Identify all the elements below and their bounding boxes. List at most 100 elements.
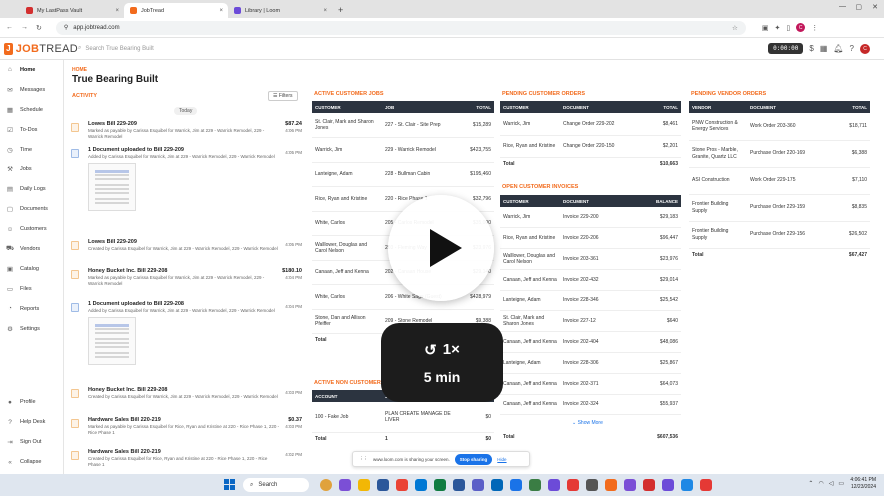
reload-icon[interactable]: ↻: [36, 24, 42, 32]
sidebar-item-customers[interactable]: ☺ Customers: [0, 219, 63, 239]
taskbar-app-icon[interactable]: [510, 479, 522, 491]
back-icon[interactable]: ←: [6, 24, 13, 31]
activity-item[interactable]: Hardware Sales Bill 220-219 Created by Ca…: [71, 449, 302, 468]
breadcrumb[interactable]: HOME: [72, 67, 87, 73]
table-row[interactable]: Lanteigne, Adam Invoice 228-346 $25,542: [500, 290, 681, 312]
table-row[interactable]: St. Clair, Mark and Sharon Jones Invoice …: [500, 310, 681, 333]
sidebar-item-collapse[interactable]: « Collapse: [0, 452, 64, 472]
activity-item[interactable]: 1 Document uploaded to Bill 229-209 Added…: [71, 147, 302, 211]
table-row[interactable]: PNW Construction & Energy Services Work O…: [689, 113, 870, 141]
sidebar-item-documents[interactable]: ▢ Documents: [0, 199, 63, 219]
sidebar-item-home[interactable]: ⌂ Home: [0, 60, 63, 80]
activity-item[interactable]: Honey Bucket Inc. Bill 229-208 Created by…: [71, 387, 302, 400]
calculator-icon[interactable]: ▦: [820, 44, 828, 53]
loom-speed-card[interactable]: ↺ 1× 5 min: [381, 323, 503, 402]
sidebar-item-vendors[interactable]: ⛟ Vendors: [0, 239, 63, 259]
table-row[interactable]: Rice, Ryan and Kristine Change Order 220-…: [500, 135, 681, 158]
minimize-icon[interactable]: —: [839, 3, 846, 10]
taskbar-app-icon[interactable]: [320, 479, 332, 491]
global-search[interactable]: ⌕ Search True Bearing Built: [78, 45, 154, 52]
taskbar-clock[interactable]: 4:06:41 PM 12/23/2024: [850, 477, 876, 491]
table-row[interactable]: ASI Construction Work Order 229-175 $7,110: [689, 167, 870, 195]
hide-link[interactable]: Hide: [497, 457, 506, 462]
bell-icon[interactable]: 🔔︎: [833, 44, 843, 53]
maximize-icon[interactable]: ▢: [855, 3, 862, 11]
activity-item[interactable]: Hardware Sales Bill 220-219 Marked as pay…: [71, 417, 302, 436]
extension-icon[interactable]: ▣: [762, 24, 769, 32]
table-row[interactable]: Frontier Building Supply Purchase Order 2…: [689, 221, 870, 249]
taskbar-app-icon[interactable]: [339, 479, 351, 491]
table-row[interactable]: Walllower, Douglas and Carol Nelson Invoi…: [500, 248, 681, 270]
help-icon[interactable]: ?: [850, 44, 854, 53]
activity-item[interactable]: Honey Bucket Inc. Bill 229-208 Marked as …: [71, 268, 302, 287]
taskbar-app-icon[interactable]: [472, 479, 484, 491]
taskbar-app-icon[interactable]: [643, 479, 655, 491]
forward-icon[interactable]: →: [21, 24, 28, 31]
tab-close-icon[interactable]: ×: [219, 8, 223, 14]
taskbar-app-icon[interactable]: [681, 479, 693, 491]
taskbar-app-icon[interactable]: [605, 479, 617, 491]
taskbar-app-icon[interactable]: [700, 479, 712, 491]
table-row[interactable]: Canaan, Jeff and Kenna Invoice 202-371 $64…: [500, 373, 681, 395]
taskbar-app-icon[interactable]: [377, 479, 389, 491]
chevron-up-icon[interactable]: ⌃: [808, 480, 813, 487]
activity-item[interactable]: 1 Document uploaded to Bill 229-208 Added…: [71, 301, 302, 365]
table-row[interactable]: Canaan, Jeff and Kenna Invoice 202-432 $29…: [500, 269, 681, 291]
taskbar-app-icon[interactable]: [662, 479, 674, 491]
close-window-icon[interactable]: ✕: [872, 3, 878, 11]
site-info-icon[interactable]: ⚲: [64, 24, 68, 31]
sidebar-item-profile[interactable]: ● Profile: [0, 392, 64, 412]
windows-start-icon[interactable]: [224, 479, 235, 490]
filters-button[interactable]: ☰ Filters: [268, 91, 298, 101]
browser-tab[interactable]: Library | Loom ×: [228, 3, 332, 18]
table-row[interactable]: Stone Pros - Marble, Granite, Quartz LLC…: [689, 140, 870, 168]
tab-close-icon[interactable]: ×: [323, 8, 327, 14]
table-row[interactable]: Warrick, Jim Invoice 229-200 $29,183: [500, 207, 681, 229]
sidebar-item-time[interactable]: ◷ Time: [0, 140, 63, 160]
table-row[interactable]: Rice, Ryan and Kristine Invoice 220-206 $9…: [500, 227, 681, 250]
loom-play-button[interactable]: [388, 195, 494, 301]
taskbar-app-icon[interactable]: [434, 479, 446, 491]
sidebar-item-schedule[interactable]: ▦ Schedule: [0, 100, 63, 120]
table-row[interactable]: Lanteigne, Adam 228 - Bullman Cabin $195,4…: [312, 162, 494, 187]
taskbar-app-icon[interactable]: [415, 479, 427, 491]
user-avatar[interactable]: C: [860, 43, 870, 54]
sidebar-item-reports[interactable]: ◔ Reports: [0, 299, 63, 319]
puzzle-icon[interactable]: ✦: [775, 24, 781, 32]
sidebar-icon[interactable]: ▯: [786, 24, 790, 32]
taskbar-app-icon[interactable]: [567, 479, 579, 491]
sidebar-item-daily-logs[interactable]: ▤ Daily Logs: [0, 179, 63, 199]
battery-icon[interactable]: ▭: [838, 480, 844, 487]
table-row[interactable]: Lanteigne, Adam Invoice 228-306 $25,867: [500, 352, 681, 374]
sidebar-item-help-desk[interactable]: ? Help Desk: [0, 412, 64, 432]
sidebar-item-to-dos[interactable]: ☑ To-Dos: [0, 120, 63, 140]
sidebar-item-sign-out[interactable]: ⇥ Sign Out: [0, 432, 64, 452]
taskbar-search[interactable]: ⌕ Search: [243, 478, 309, 492]
sidebar-item-settings[interactable]: ⚙ Settings: [0, 319, 63, 339]
table-row[interactable]: Frontier Building Supply Purchase Order 2…: [689, 194, 870, 222]
new-tab-button[interactable]: +: [338, 3, 343, 18]
table-row[interactable]: Canaan, Jeff and Kenna Invoice 202-404 $48…: [500, 331, 681, 354]
bookmark-star-icon[interactable]: ☆: [732, 24, 738, 32]
time-clock[interactable]: 0:00:00: [768, 43, 804, 54]
taskbar-app-icon[interactable]: [529, 479, 541, 491]
url-field[interactable]: ⚲ app.jobtread.com ☆: [55, 20, 746, 35]
dollar-icon[interactable]: $: [809, 44, 813, 53]
browser-tab[interactable]: My LastPass Vault ×: [20, 3, 124, 18]
activity-item[interactable]: Lowes Bill 229-209 Marked as payable by C…: [71, 121, 302, 140]
taskbar-app-icon[interactable]: [548, 479, 560, 491]
document-thumbnail[interactable]: [88, 316, 136, 365]
stop-sharing-button[interactable]: Stop sharing: [454, 453, 493, 465]
menu-kebab-icon[interactable]: ⋮: [811, 24, 818, 32]
browser-tab[interactable]: JobTread ×: [124, 3, 228, 18]
wifi-icon[interactable]: ◠: [818, 480, 823, 487]
taskbar-app-icon[interactable]: [396, 479, 408, 491]
taskbar-app-icon[interactable]: [453, 479, 465, 491]
taskbar-app-icon[interactable]: [358, 479, 370, 491]
taskbar-app-icon[interactable]: [491, 479, 503, 491]
table-row[interactable]: Warrick, Jim 229 - Warrick Remodel $423,75…: [312, 137, 494, 163]
taskbar-app-icon[interactable]: [624, 479, 636, 491]
activity-item[interactable]: Lowes Bill 229-209 Created by Carissa Esq…: [71, 239, 302, 252]
volume-icon[interactable]: ◁: [829, 480, 834, 487]
sidebar-item-files[interactable]: ▭ Files: [0, 279, 63, 299]
